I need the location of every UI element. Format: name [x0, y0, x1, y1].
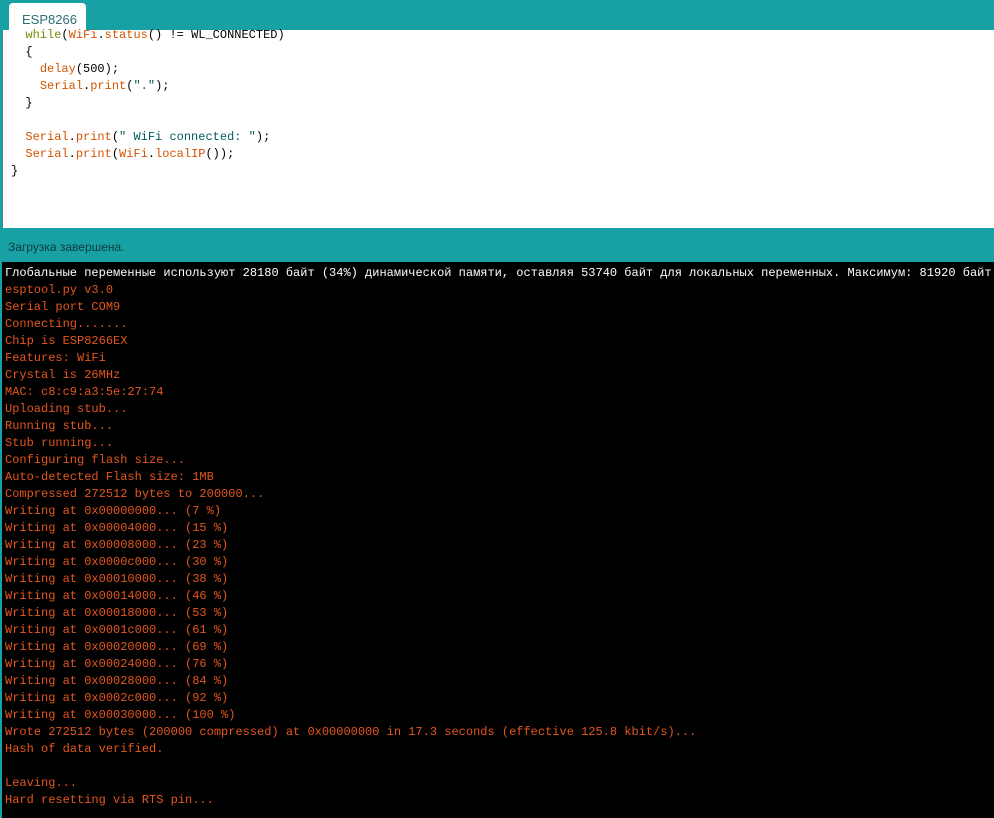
- code-token: ());: [205, 147, 235, 161]
- code-token: status: [104, 28, 148, 42]
- console-line: Writing at 0x00008000... (23 %): [5, 538, 229, 552]
- code-line: Serial.print(" WiFi connected: ");: [11, 129, 285, 146]
- console-line: Crystal is 26MHz: [5, 368, 121, 382]
- code-token: .: [97, 28, 105, 42]
- console-line: Hash of data verified.: [5, 742, 164, 756]
- console-line: Serial port COM9: [5, 300, 121, 314]
- code-token: WiFi: [68, 28, 98, 42]
- code-token: print: [90, 79, 127, 93]
- status-bar: Загрузка завершена.: [2, 228, 994, 262]
- code-token: while: [25, 28, 62, 42]
- console-line: Writing at 0x00020000... (69 %): [5, 640, 229, 654]
- console-line: Running stub...: [5, 419, 114, 433]
- code-token: (: [61, 28, 69, 42]
- code-token: delay: [39, 62, 76, 76]
- code-token: .: [147, 147, 156, 161]
- console-line: Leaving...: [5, 776, 78, 790]
- console-line: Writing at 0x00028000... (84 %): [5, 674, 229, 688]
- code-content[interactable]: while(WiFi.status() != WL_CONNECTED) { d…: [11, 27, 285, 180]
- console-line: Writing at 0x0002c000... (92 %): [5, 691, 229, 705]
- code-line: while(WiFi.status() != WL_CONNECTED): [11, 27, 285, 44]
- code-line: Serial.print(WiFi.localIP());: [11, 146, 285, 163]
- console-line: Connecting.......: [5, 317, 128, 331]
- code-token: );: [255, 130, 271, 144]
- console-line: Writing at 0x00024000... (76 %): [5, 657, 229, 671]
- code-token: .: [68, 130, 76, 144]
- code-token: () != WL_CONNECTED): [147, 28, 285, 42]
- code-line: }: [11, 163, 285, 180]
- console-line: esptool.py v3.0: [5, 283, 114, 297]
- console-line: Chip is ESP8266EX: [5, 334, 128, 348]
- tab-esp8266[interactable]: ESP8266: [9, 3, 86, 30]
- code-token: print: [75, 130, 112, 144]
- code-token: }: [11, 96, 33, 110]
- console-line: Writing at 0x0001c000... (61 %): [5, 623, 229, 637]
- code-token: localIP: [155, 147, 206, 161]
- console-text: Глобальные переменные используют 28180 б…: [5, 265, 994, 809]
- tab-bar: ESP8266: [0, 0, 994, 30]
- code-token: .: [68, 147, 76, 161]
- console-line: Writing at 0x00030000... (100 %): [5, 708, 236, 722]
- code-editor[interactable]: while(WiFi.status() != WL_CONNECTED) { d…: [2, 27, 994, 228]
- code-token: (500);: [75, 62, 120, 76]
- console-output[interactable]: Глобальные переменные используют 28180 б…: [2, 262, 994, 818]
- code-token: WiFi: [119, 147, 148, 161]
- code-token: print: [75, 147, 112, 161]
- console-line: MAC: c8:c9:a3:5e:27:74: [5, 385, 164, 399]
- console-line: Writing at 0x00010000... (38 %): [5, 572, 229, 586]
- code-token: Serial: [25, 130, 69, 144]
- console-line: Stub running...: [5, 436, 114, 450]
- code-token: Serial: [25, 147, 69, 161]
- console-line: Uploading stub...: [5, 402, 128, 416]
- status-text: Загрузка завершена.: [8, 240, 125, 254]
- console-line: Writing at 0x00004000... (15 %): [5, 521, 229, 535]
- console-line: Features: WiFi: [5, 351, 106, 365]
- console-line: Writing at 0x00000000... (7 %): [5, 504, 222, 518]
- code-token: Serial: [39, 79, 84, 93]
- code-token: ".": [133, 79, 156, 93]
- code-line: {: [11, 44, 285, 61]
- code-line: }: [11, 95, 285, 112]
- code-token: " WiFi connected: ": [119, 130, 256, 144]
- console-line: Writing at 0x00018000... (53 %): [5, 606, 229, 620]
- code-line: delay(500);: [11, 61, 285, 78]
- code-token: {: [11, 45, 33, 59]
- code-line: Serial.print(".");: [11, 78, 285, 95]
- console-line: Compressed 272512 bytes to 200000...: [5, 487, 265, 501]
- console-line: Глобальные переменные используют 28180 б…: [5, 266, 994, 280]
- console-line: Wrote 272512 bytes (200000 compressed) a…: [5, 725, 697, 739]
- console-line: Writing at 0x00014000... (46 %): [5, 589, 229, 603]
- console-line: Writing at 0x0000c000... (30 %): [5, 555, 229, 569]
- code-token: }: [11, 164, 19, 178]
- console-line: Hard resetting via RTS pin...: [5, 793, 214, 807]
- console-line: Configuring flash size...: [5, 453, 186, 467]
- console-line: Auto-detected Flash size: 1MB: [5, 470, 214, 484]
- code-token: (: [111, 130, 120, 144]
- code-token: (: [111, 147, 120, 161]
- code-token: );: [155, 79, 170, 93]
